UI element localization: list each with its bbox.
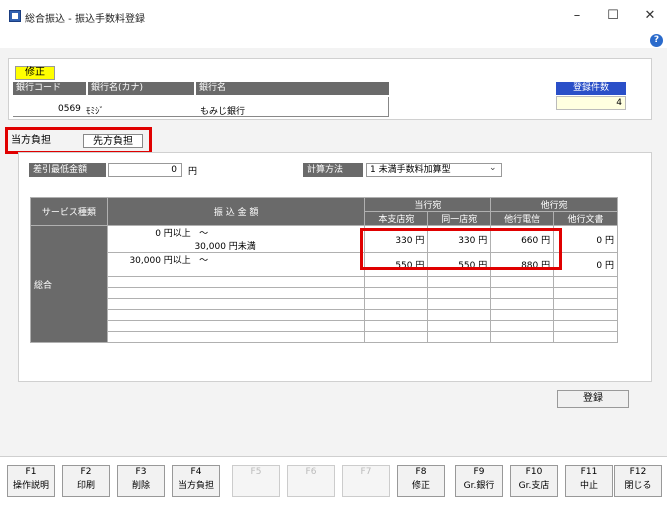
record-count-label: 登録件数 [556, 82, 626, 95]
title-bar: 総合振込 - 振込手数料登録 – ☐ ✕ [0, 0, 667, 32]
bank-code-header: 銀行コード [13, 82, 86, 95]
function-key-bar: F1 操作説明 F2 印刷 F3 削除 F4 当方負担 F5 F6 F7 F8 修正 F9… [0, 456, 667, 511]
minimize-button[interactable]: – [567, 6, 587, 26]
table-row[interactable] [31, 309, 618, 321]
f2-button[interactable]: F2 印刷 [62, 465, 110, 497]
table-row[interactable] [31, 276, 618, 288]
f3-button[interactable]: F3 削除 [117, 465, 165, 497]
sub-header-same-branch: 同一店宛 [427, 211, 492, 226]
amount-from: 30,000 円以上 [129, 256, 191, 266]
transfer-amount-header: 振 込 金 額 [106, 197, 366, 226]
amount-range-cell[interactable]: 30,000 円以上 ～ [106, 252, 366, 277]
sub-header-document: 他行文書 [553, 211, 618, 226]
f8-button[interactable]: F8 修正 [397, 465, 445, 497]
f12-button[interactable]: F12 閉じる [614, 465, 662, 497]
help-icon[interactable]: ? [650, 34, 663, 47]
table-row[interactable] [31, 298, 618, 310]
close-button[interactable]: ✕ [640, 6, 660, 26]
table-row[interactable] [31, 287, 618, 299]
f6-button: F6 [287, 465, 335, 497]
bank-code-value: 0569 [58, 104, 81, 114]
tab-highlight-box [5, 127, 152, 154]
amount-range-cell[interactable]: 0 円以上 ～ 30,000 円未満 [106, 225, 366, 253]
f10-button[interactable]: F10 Gr.支店 [510, 465, 558, 497]
f9-button[interactable]: F9 Gr.銀行 [455, 465, 503, 497]
bank-kana-header: 銀行名(カナ) [88, 82, 194, 95]
table-row[interactable] [31, 320, 618, 332]
record-count-value: 4 [556, 96, 626, 110]
tilde: ～ [199, 229, 209, 239]
service-type-cell: 総合 [30, 225, 108, 343]
f4-button[interactable]: F4 当方負担 [172, 465, 220, 497]
bank-kana-value: ﾓﾐｼﾞ [86, 107, 105, 117]
other-bank-header: 他行宛 [490, 197, 618, 212]
amount-to: 30,000 円未満 [194, 242, 256, 252]
sub-header-telegraph: 他行電信 [490, 211, 555, 226]
window-title: 総合振込 - 振込手数料登録 [25, 14, 145, 25]
tilde: ～ [199, 256, 209, 266]
maximize-button[interactable]: ☐ [603, 6, 623, 26]
table-row[interactable] [31, 331, 618, 343]
service-type-header: サービス種類 [30, 197, 108, 226]
f7-button: F7 [342, 465, 390, 497]
f1-button[interactable]: F1 操作説明 [7, 465, 55, 497]
chevron-down-icon[interactable]: ⌄ [489, 163, 497, 173]
fee-cell[interactable]: 0 円 [553, 225, 618, 253]
fee-highlight-box [360, 228, 562, 270]
bank-name-header: 銀行名 [196, 82, 389, 95]
f5-button: F5 [232, 465, 280, 497]
own-bank-header: 当行宛 [364, 197, 492, 212]
fee-table: サービス種類 振 込 金 額 当行宛 他行宛 本支店宛 同一店宛 他行電信 他行… [30, 197, 618, 343]
calc-method-select[interactable]: 1 未満手数料加算型 [366, 163, 502, 177]
deduct-min-input[interactable]: 0 [108, 163, 182, 177]
f11-button[interactable]: F11 中止 [565, 465, 613, 497]
amount-from: 0 円以上 [155, 229, 191, 239]
register-button[interactable]: 登録 [557, 390, 629, 408]
sub-header-branch: 本支店宛 [364, 211, 429, 226]
deduct-min-label: 差引最低金額 [29, 163, 106, 177]
deduct-min-unit: 円 [188, 167, 198, 177]
bank-name-value: もみじ銀行 [200, 107, 246, 117]
app-icon [9, 10, 21, 22]
edit-mode-badge: 修正 [15, 66, 55, 80]
calc-method-label: 計算方法 [303, 163, 363, 177]
fee-cell[interactable]: 0 円 [553, 252, 618, 277]
